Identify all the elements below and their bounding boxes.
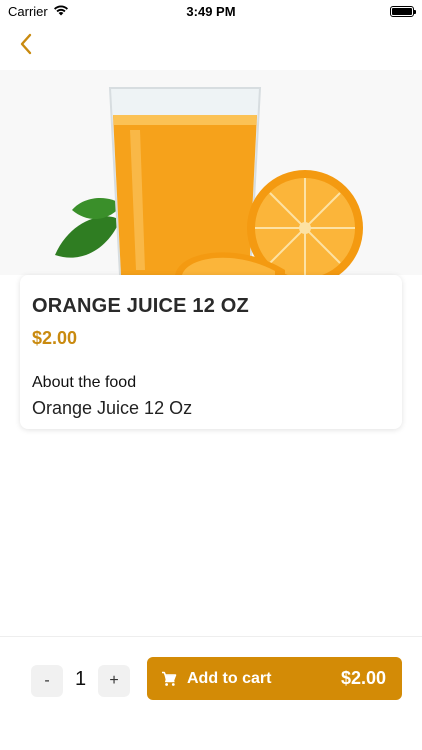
quantity-increase-button[interactable]: +	[98, 665, 130, 697]
carrier-label: Carrier	[8, 3, 48, 19]
cart-total: $2.00	[340, 668, 386, 688]
product-image	[0, 70, 422, 275]
add-to-cart-button[interactable]: Add to cart $2.00	[147, 657, 402, 700]
status-bar: Carrier 3:49 PM	[0, 0, 422, 22]
chevron-left-icon	[19, 33, 33, 60]
product-price: $2.00	[32, 328, 78, 348]
product-title: ORANGE JUICE 12 OZ	[32, 295, 249, 317]
cart-icon	[161, 671, 177, 687]
quantity-value: 1	[74, 668, 87, 690]
orange-juice-illustration	[0, 70, 422, 275]
about-text: Orange Juice 12 Oz	[32, 398, 193, 418]
back-button[interactable]	[12, 32, 40, 60]
add-to-cart-label: Add to cart	[187, 669, 272, 687]
quantity-decrease-button[interactable]: -	[31, 665, 63, 697]
status-time: 3:49 PM	[186, 3, 236, 19]
wifi-icon	[53, 4, 69, 19]
battery-icon	[390, 5, 416, 17]
status-left: Carrier	[8, 4, 69, 19]
about-label: About the food	[32, 374, 137, 391]
product-info-card: ORANGE JUICE 12 OZ $2.00 About the food …	[20, 275, 402, 429]
